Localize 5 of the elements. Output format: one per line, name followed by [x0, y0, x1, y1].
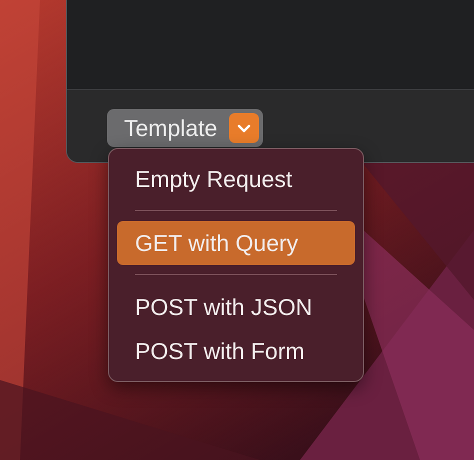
- menu-item[interactable]: Empty Request: [117, 157, 355, 201]
- menu-item[interactable]: POST with Form: [117, 329, 355, 373]
- chevron-down-icon: [237, 124, 252, 132]
- template-popup-button[interactable]: Template: [107, 109, 264, 147]
- menu-item[interactable]: POST with JSON: [117, 285, 355, 329]
